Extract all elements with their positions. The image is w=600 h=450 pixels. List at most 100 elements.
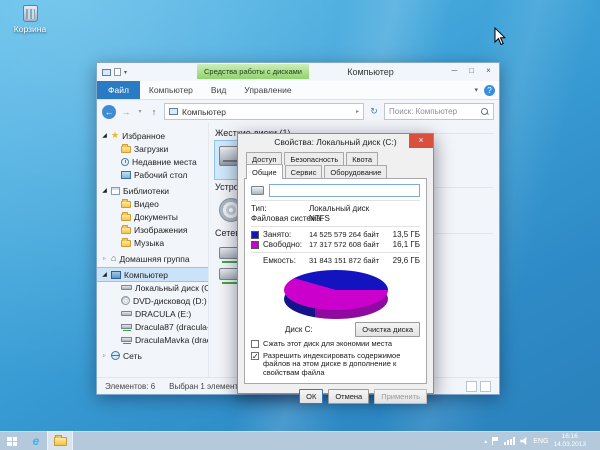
view-thumbnails-button[interactable]	[480, 381, 491, 392]
desktop-icon	[121, 171, 131, 179]
back-button[interactable]: ←	[102, 105, 116, 119]
breadcrumb-chevron-icon[interactable]: ▸	[356, 108, 359, 115]
documents-icon	[121, 214, 131, 221]
sidebar-item-dracula-e[interactable]: DRACULA (E:)	[97, 307, 208, 320]
ribbon-tabs: Файл Компьютер Вид Управление ▾ ?	[97, 81, 499, 100]
used-swatch	[251, 231, 259, 239]
index-checkbox-row[interactable]: ✓ Разрешить индексировать содержимое фай…	[251, 352, 420, 378]
properties-dialog: Свойства: Локальный диск (C:) × Доступ Б…	[237, 133, 434, 394]
sidebar-item-dvd-drive[interactable]: DVD-дисковод (D:)	[97, 294, 208, 307]
close-button[interactable]: ×	[480, 63, 497, 79]
expander-icon[interactable]: ▹	[101, 255, 108, 262]
breadcrumb[interactable]: Компьютер ▸	[164, 103, 364, 120]
forward-button[interactable]: →	[119, 105, 133, 119]
drive-icon	[121, 311, 132, 316]
tab-view[interactable]: Вид	[202, 81, 235, 99]
minimize-button[interactable]: ─	[446, 63, 463, 79]
contextual-tab-header[interactable]: Средства работы с дисками	[197, 64, 309, 79]
titlebar[interactable]: ▾ Средства работы с дисками Компьютер ─ …	[97, 63, 499, 81]
navigation-pane: ◢★Избранное Загрузки Недавние места Рабо…	[97, 123, 209, 377]
expander-icon[interactable]: ◢	[101, 271, 108, 278]
dialog-titlebar[interactable]: Свойства: Локальный диск (C:) ×	[238, 134, 433, 150]
dvd-icon	[121, 296, 130, 305]
taskbar-clock[interactable]: 16:16 14.03.2013	[553, 433, 586, 449]
language-indicator[interactable]: ENG	[533, 438, 548, 445]
sidebar-item-computer[interactable]: ◢Компьютер	[97, 268, 208, 281]
tray-expand-button[interactable]: ▴	[484, 438, 487, 445]
window-title: Компьютер	[312, 67, 429, 77]
expander-icon[interactable]: ◢	[101, 187, 108, 194]
libraries-icon	[111, 187, 120, 195]
sidebar-item-local-disk-c[interactable]: Локальный диск (C:)	[97, 281, 208, 294]
sidebar-item-dracula87[interactable]: Dracula87 (dracula-pc)	[97, 320, 208, 333]
drive-icon	[251, 186, 264, 195]
recycle-bin-icon	[23, 5, 38, 22]
ok-button[interactable]: ОК	[299, 389, 323, 404]
start-button[interactable]	[0, 432, 24, 450]
sidebar-item-favorites[interactable]: ◢★Избранное	[97, 129, 208, 142]
search-input[interactable]: Поиск: Компьютер	[384, 103, 494, 120]
sidebar-item-music[interactable]: Музыка	[97, 236, 208, 249]
sidebar-item-video[interactable]: Видео	[97, 197, 208, 210]
up-button[interactable]: ↑	[147, 105, 161, 119]
expander-icon[interactable]: ◢	[101, 132, 108, 139]
maximize-button[interactable]: □	[463, 63, 480, 79]
cancel-button[interactable]: Отмена	[328, 389, 369, 404]
status-items-count: Элементов: 6	[105, 382, 155, 391]
sidebar-item-downloads[interactable]: Загрузки	[97, 142, 208, 155]
expander-icon[interactable]: ▹	[101, 352, 108, 359]
apply-button[interactable]: Применить	[374, 389, 427, 404]
computer-icon	[111, 271, 121, 279]
taskbar: e ▴ ENG 16:16 14.03.2013	[0, 431, 600, 450]
qat-properties-icon[interactable]	[114, 68, 121, 76]
ribbon-expand-icon[interactable]: ▾	[474, 86, 478, 94]
filesystem-value: NTFS	[309, 214, 330, 223]
sidebar-item-desktop[interactable]: Рабочий стол	[97, 168, 208, 181]
disk-cleanup-button[interactable]: Очистка диска	[355, 322, 420, 337]
sidebar-item-draculamavka[interactable]: DraculaMavka (drac	[97, 333, 208, 346]
action-center-icon[interactable]	[492, 437, 499, 445]
help-icon[interactable]: ?	[484, 85, 495, 96]
clock-time: 16:16	[562, 433, 578, 440]
tab-tools[interactable]: Сервис	[285, 165, 323, 179]
window-computer-icon	[102, 69, 111, 76]
hard-drive-icon	[121, 285, 132, 290]
dialog-close-button[interactable]: ×	[409, 134, 433, 148]
compress-checkbox-row[interactable]: Сжать этот диск для экономии места	[251, 340, 420, 349]
sidebar-item-documents[interactable]: Документы	[97, 210, 208, 223]
search-placeholder: Поиск: Компьютер	[389, 107, 457, 116]
volume-label-input[interactable]	[269, 184, 420, 197]
sidebar-item-pictures[interactable]: Изображения	[97, 223, 208, 236]
tab-general[interactable]: Общие	[246, 164, 283, 179]
sidebar-item-libraries[interactable]: ◢Библиотеки	[97, 184, 208, 197]
tab-hardware[interactable]: Оборудование	[324, 165, 387, 179]
volume-icon[interactable]	[520, 437, 528, 445]
tab-manage[interactable]: Управление	[235, 81, 300, 99]
recycle-bin[interactable]: Корзина	[6, 5, 54, 34]
windows-logo-icon	[7, 437, 17, 446]
tab-quota[interactable]: Квота	[346, 152, 378, 165]
homegroup-icon: ⌂	[111, 254, 116, 263]
clock-date: 14.03.2013	[553, 441, 586, 448]
sidebar-item-recent[interactable]: Недавние места	[97, 155, 208, 168]
view-details-button[interactable]	[466, 381, 477, 392]
tab-file[interactable]: Файл	[97, 81, 140, 99]
taskbar-ie-button[interactable]: e	[24, 432, 48, 450]
tab-security[interactable]: Безопасность	[284, 152, 344, 165]
recent-locations-chevron-icon[interactable]: ▾	[136, 105, 144, 119]
taskbar-explorer-button[interactable]	[48, 432, 72, 450]
sidebar-item-network[interactable]: ▹Сеть	[97, 349, 208, 362]
music-icon	[121, 240, 131, 247]
refresh-button[interactable]: ↻	[367, 106, 381, 117]
address-bar: ← → ▾ ↑ Компьютер ▸ ↻ Поиск: Компьютер	[97, 100, 499, 123]
sidebar-item-homegroup[interactable]: ▹⌂Домашняя группа	[97, 252, 208, 265]
qat-customize-chevron-icon[interactable]: ▾	[124, 69, 127, 76]
network-status-icon[interactable]	[504, 437, 515, 445]
compress-checkbox[interactable]	[251, 340, 259, 348]
index-checkbox[interactable]: ✓	[251, 352, 259, 360]
internet-explorer-icon: e	[33, 435, 40, 447]
breadcrumb-path[interactable]: Компьютер	[182, 107, 226, 117]
recent-places-icon	[121, 158, 129, 166]
quick-access-toolbar: ▾	[97, 68, 127, 76]
tab-computer[interactable]: Компьютер	[140, 81, 202, 99]
